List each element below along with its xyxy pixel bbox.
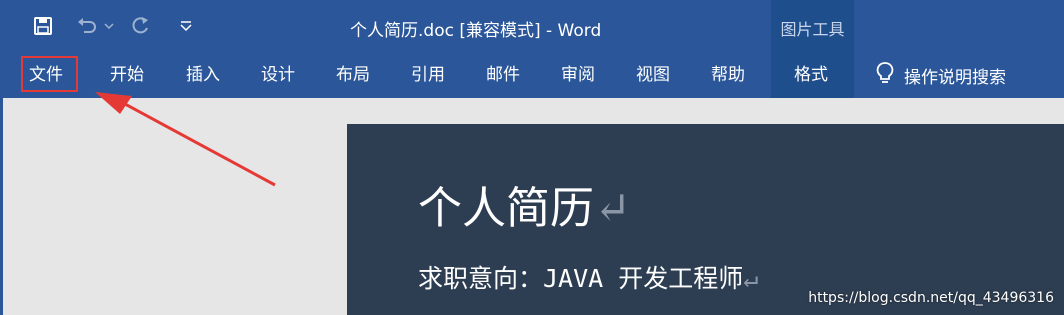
undo-dropdown-icon[interactable] (102, 14, 116, 38)
tab-view[interactable]: 视图 (636, 52, 670, 98)
tab-layout[interactable]: 布局 (336, 52, 370, 98)
paragraph-mark: ↵ (594, 183, 631, 234)
watermark-url: https://blog.csdn.net/qq_43496316 (808, 290, 1054, 306)
lightbulb-icon (876, 61, 894, 90)
redo-icon[interactable] (128, 14, 154, 38)
undo-icon[interactable] (74, 14, 100, 38)
tab-help[interactable]: 帮助 (711, 52, 745, 98)
file-tab-highlight-box (21, 56, 78, 92)
resume-heading[interactable]: 个人简历↵ (418, 172, 631, 236)
save-icon[interactable] (30, 14, 56, 38)
tab-home[interactable]: 开始 (110, 52, 144, 98)
context-group-label: 图片工具 (780, 20, 845, 39)
tab-references[interactable]: 引用 (411, 52, 445, 98)
tab-insert[interactable]: 插入 (186, 52, 220, 98)
customize-qat-icon[interactable] (176, 14, 196, 38)
tab-review[interactable]: 审阅 (561, 52, 595, 98)
tell-me-label: 操作说明搜索 (904, 67, 1006, 88)
window-left-edge (0, 98, 3, 315)
document-title: 个人简历.doc [兼容模式] - Word (350, 21, 602, 41)
tab-design[interactable]: 设计 (261, 52, 295, 98)
tab-format[interactable]: 格式 (794, 52, 828, 98)
paragraph-mark: ↵ (743, 264, 759, 293)
tab-mailings[interactable]: 邮件 (486, 52, 520, 98)
job-objective-line[interactable]: 求职意向：JAVA 开发工程师↵ (418, 259, 758, 295)
tell-me-search[interactable]: 操作说明搜索 (876, 52, 1006, 98)
